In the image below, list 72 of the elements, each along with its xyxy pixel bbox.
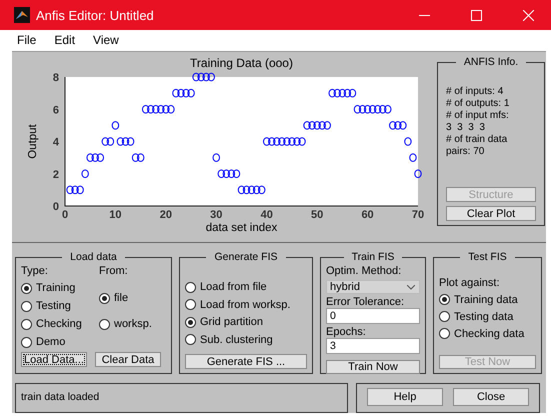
radio-button[interactable]: Load from worksp.	[185, 296, 307, 314]
minimize-icon	[418, 14, 430, 16]
chevron-down-icon	[407, 284, 415, 290]
from-label: From:	[99, 265, 129, 277]
radio-button[interactable]: Demo	[21, 333, 99, 351]
radio-button[interactable]: worksp.	[99, 315, 152, 333]
radio-button[interactable]: Checking data	[439, 325, 536, 343]
error-label: Error Tolerance:	[326, 296, 406, 308]
info-text: # of train data	[446, 134, 508, 146]
info-text: # of outputs: 1	[446, 98, 510, 110]
window-title: Anfis Editor: Untitled	[36, 8, 155, 22]
menu-item[interactable]: Edit	[54, 33, 76, 47]
tick-label: 50	[311, 209, 324, 221]
info-text: 3 3 3 3	[446, 122, 486, 134]
data-point	[404, 137, 412, 146]
panel-title: Test FIS	[467, 251, 508, 263]
tick-label: 0	[62, 209, 68, 221]
panel-title: Load data	[69, 251, 118, 263]
push-button[interactable]: Load Data...	[21, 352, 87, 367]
tick-label: 6	[52, 104, 59, 116]
push-button[interactable]: Clear Plot	[446, 206, 536, 221]
input-field[interactable]: 3	[326, 338, 420, 354]
axis-label: Output	[27, 124, 39, 159]
radio-button[interactable]: file	[99, 289, 152, 307]
data-point	[414, 169, 422, 178]
radio-button[interactable]: Grid partition	[185, 313, 307, 331]
push-button[interactable]: Clear Data	[95, 352, 161, 367]
info-text: # of inputs: 4	[446, 86, 504, 98]
data-point	[409, 153, 417, 162]
input-field[interactable]: 0	[326, 308, 420, 324]
close-icon	[522, 10, 534, 20]
radio-button[interactable]: Testing data	[439, 308, 536, 326]
epochs-label: Epochs:	[326, 326, 367, 338]
data-point	[212, 153, 220, 162]
radio-button[interactable]: Load from file	[185, 278, 307, 296]
menu-item[interactable]: View	[93, 33, 119, 47]
radio-button[interactable]: Testing	[21, 297, 99, 315]
tick-label: 60	[361, 209, 374, 221]
tick-label: 10	[109, 209, 122, 221]
axis-label: data set index	[206, 222, 278, 234]
radio-button[interactable]: Training	[21, 279, 99, 297]
info-text: pairs: 70	[446, 146, 486, 158]
chart-title: Training Data (ooo)	[190, 56, 293, 70]
radio-button[interactable]: Training data	[439, 291, 536, 308]
tick-label: 8	[52, 72, 59, 84]
info-text: # of input mfs:	[446, 110, 510, 122]
tick-label: 2	[52, 168, 59, 181]
panel-title: Train FIS	[350, 251, 396, 263]
type-label: Type:	[21, 265, 49, 277]
tick-label: 20	[160, 209, 172, 221]
tick-label: 70	[412, 209, 424, 221]
push-button[interactable]: Close	[453, 388, 529, 406]
tick-label: 4	[52, 136, 59, 148]
panel-title: Generate FIS	[213, 251, 279, 263]
app-logo-icon	[14, 7, 30, 23]
push-button[interactable]: Generate FIS ...	[185, 354, 307, 369]
method-label: Optim. Method:	[326, 265, 402, 277]
data-point	[81, 169, 89, 178]
push-button[interactable]: Train Now	[326, 360, 420, 374]
tick-label: 0	[52, 201, 59, 213]
data-point	[112, 121, 120, 130]
plot-against-label: Plot against:	[439, 277, 501, 289]
method-dropdown[interactable]: hybrid	[326, 280, 420, 294]
menu-item[interactable]: File	[17, 33, 36, 47]
radio-button[interactable]: Sub. clustering	[185, 330, 307, 348]
tick-label: 40	[260, 209, 273, 221]
maximize-icon	[470, 10, 482, 20]
status-bar: train data loaded	[15, 383, 348, 413]
panel-title: ANFIS Info.	[462, 56, 520, 68]
tick-label: 30	[210, 209, 222, 221]
push-button[interactable]: Help	[367, 388, 443, 406]
radio-button[interactable]: Checking	[21, 315, 99, 333]
